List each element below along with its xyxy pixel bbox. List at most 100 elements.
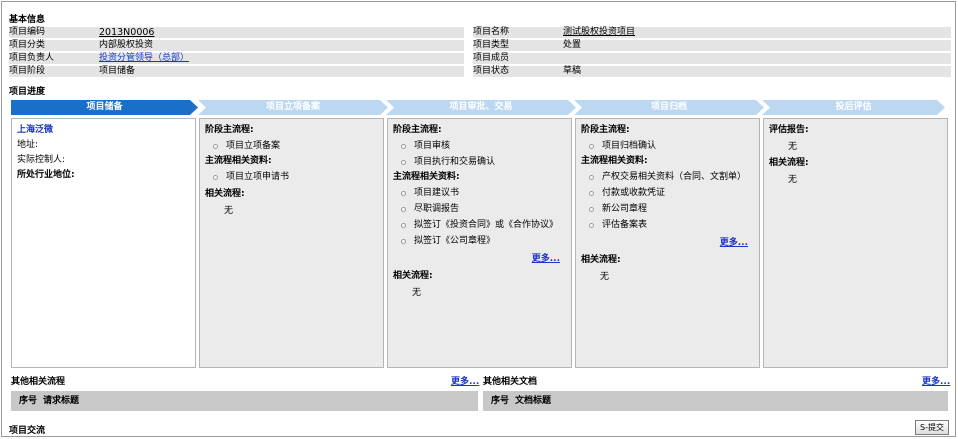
project-stage-label: 项目阶段: [9, 66, 46, 76]
col-title-header: 文档标题: [515, 396, 552, 406]
more-docs-link[interactable]: 更多...: [720, 238, 748, 248]
radio-bullet-icon: [589, 174, 594, 180]
list-item[interactable]: 项目归档确认: [581, 138, 754, 154]
info-row: 项目分类 内部股权投资 项目类型 处置: [9, 39, 951, 51]
basic-info-title: 基本信息: [9, 15, 46, 25]
doc-item-label: 产权交易相关资料（合同、文割单）: [602, 172, 747, 182]
col-title-header: 请求标题: [43, 396, 80, 406]
approval-filing-column: 阶段主流程: 项目立项备案 主流程相关资料: 项目立项申请书 相关流程: 无: [199, 118, 384, 368]
list-item[interactable]: 拟签订《投资合同》或《合作协议》: [393, 217, 566, 233]
related-flow-title: 相关流程:: [581, 255, 621, 265]
other-flows-more-link[interactable]: 更多...: [451, 377, 479, 387]
docs-title: 主流程相关资料:: [393, 172, 460, 182]
radio-bullet-icon: [589, 190, 594, 196]
report-title: 评估报告:: [769, 125, 809, 135]
doc-item-label: 尽职调报告: [414, 204, 460, 214]
flow-item-label: 项目立项备案: [226, 141, 281, 151]
reserve-column: 上海泛微 地址: 实际控制人: 所处行业地位:: [11, 118, 196, 368]
flow-item-label: 项目执行和交易确认: [414, 157, 496, 167]
related-flow-title: 相关流程:: [769, 158, 809, 168]
list-item[interactable]: 项目建议书: [393, 185, 566, 201]
radio-bullet-icon: [401, 143, 406, 149]
submit-button[interactable]: S-提交: [915, 420, 949, 435]
company-link[interactable]: 上海泛微: [17, 123, 190, 138]
list-item[interactable]: 拟签订《公司章程》: [393, 233, 566, 249]
docs-title: 主流程相关资料:: [205, 156, 272, 166]
radio-bullet-icon: [589, 206, 594, 212]
info-row: 项目编码 2013N0006 项目名称 测试股权投资项目: [9, 26, 951, 38]
other-flows-title: 其他相关流程: [11, 377, 66, 387]
other-flows-table-header: 序号 请求标题: [11, 391, 478, 411]
radio-bullet-icon: [589, 222, 594, 228]
industry-label: 所处行业地位:: [17, 170, 75, 180]
list-item[interactable]: 评估备案表: [581, 217, 754, 233]
related-flow-value: 无: [412, 288, 422, 298]
progress-title: 项目进度: [9, 87, 46, 97]
related-flow-title: 相关流程:: [205, 189, 245, 199]
communication-title: 项目交流: [9, 426, 46, 436]
doc-item-label: 项目建议书: [414, 188, 460, 198]
docs-title: 主流程相关资料:: [581, 156, 648, 166]
project-code-label: 项目编码: [9, 27, 46, 37]
progress-steps: 项目储备 项目立项备案 项目审批、交易 项目归档 投后评估: [11, 100, 945, 115]
project-type-value: 处置: [563, 40, 582, 50]
main-flow-title: 阶段主流程:: [205, 125, 254, 135]
related-flow-title: 相关流程:: [393, 271, 433, 281]
step-approval-filing[interactable]: 项目立项备案: [198, 100, 388, 115]
radio-bullet-icon: [401, 222, 406, 228]
list-item[interactable]: 项目执行和交易确认: [393, 154, 566, 170]
project-name-label: 项目名称: [473, 27, 510, 37]
info-row: 项目阶段 项目储备 项目状态 草稿: [9, 65, 951, 77]
list-item[interactable]: 尽职调报告: [393, 201, 566, 217]
doc-item-label: 付款或收款凭证: [602, 188, 666, 198]
project-status-label: 项目状态: [473, 66, 510, 76]
report-value: 无: [788, 142, 798, 152]
step-archive[interactable]: 项目归档: [574, 100, 764, 115]
step-review-trade[interactable]: 项目审批、交易: [386, 100, 576, 115]
related-flow-value: 无: [600, 272, 610, 282]
step-reserve[interactable]: 项目储备: [11, 100, 198, 115]
list-item[interactable]: 项目立项申请书: [205, 169, 378, 185]
col-no-header: 序号: [19, 396, 38, 406]
related-flow-value: 无: [224, 206, 234, 216]
project-category-value: 内部股权投资: [99, 40, 154, 50]
radio-bullet-icon: [401, 238, 406, 244]
doc-item-label: 拟签订《公司章程》: [414, 236, 496, 246]
list-item[interactable]: 产权交易相关资料（合同、文割单）: [581, 169, 754, 185]
radio-bullet-icon: [401, 206, 406, 212]
address-label: 地址:: [17, 140, 39, 150]
list-item[interactable]: 项目审核: [393, 138, 566, 154]
other-docs-more-link[interactable]: 更多...: [922, 377, 950, 387]
info-row: 项目负责人 投资分管领导（总部） 项目成员: [9, 52, 951, 64]
list-item[interactable]: 新公司章程: [581, 201, 754, 217]
project-owner-label: 项目负责人: [9, 53, 55, 63]
project-members-label: 项目成员: [473, 53, 510, 63]
doc-item-label: 拟签订《投资合同》或《合作协议》: [414, 220, 559, 230]
radio-bullet-icon: [213, 174, 218, 180]
review-trade-column: 阶段主流程: 项目审核 项目执行和交易确认 主流程相关资料: 项目建议书 尽职调…: [387, 118, 572, 368]
project-stage-value: 项目储备: [99, 66, 136, 76]
more-docs-link[interactable]: 更多...: [532, 254, 560, 264]
archive-column: 阶段主流程: 项目归档确认 主流程相关资料: 产权交易相关资料（合同、文割单） …: [575, 118, 760, 368]
list-item[interactable]: 付款或收款凭证: [581, 185, 754, 201]
radio-bullet-icon: [401, 190, 406, 196]
radio-bullet-icon: [589, 143, 594, 149]
related-flow-value: 无: [788, 175, 798, 185]
project-type-label: 项目类型: [473, 40, 510, 50]
doc-item-label: 评估备案表: [602, 220, 648, 230]
main-flow-title: 阶段主流程:: [393, 125, 442, 135]
radio-bullet-icon: [213, 143, 218, 149]
list-item[interactable]: 项目立项备案: [205, 138, 378, 154]
col-no-header: 序号: [491, 396, 510, 406]
other-docs-title: 其他相关文档: [483, 377, 538, 387]
doc-item-label: 新公司章程: [602, 204, 648, 214]
flow-item-label: 项目归档确认: [602, 141, 657, 151]
step-post-evaluation[interactable]: 投后评估: [762, 100, 945, 115]
project-code-value: 2013N0006: [99, 27, 155, 38]
flow-item-label: 项目审核: [414, 141, 451, 151]
project-category-label: 项目分类: [9, 40, 46, 50]
post-evaluation-column: 评估报告: 无 相关流程: 无: [763, 118, 948, 368]
other-docs-table-header: 序号 文档标题: [483, 391, 948, 411]
controller-label: 实际控制人:: [17, 155, 66, 165]
project-owner-link[interactable]: 投资分管领导（总部）: [99, 53, 189, 64]
